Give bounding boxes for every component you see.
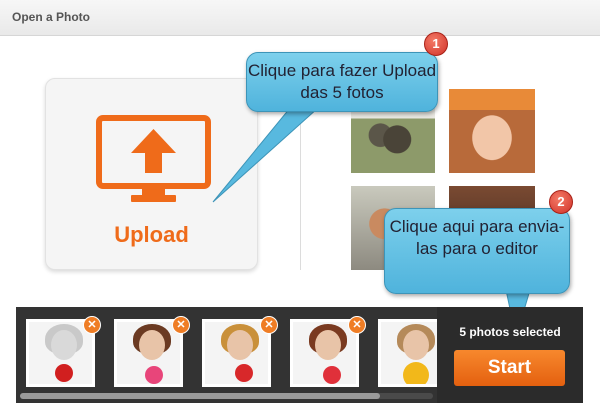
close-icon: ✕ <box>352 319 362 331</box>
sample-photo-thumbnail[interactable] <box>449 89 535 173</box>
callout-text: Clique aqui para envia-las para o editor <box>389 217 565 258</box>
start-button[interactable]: Start <box>454 350 565 386</box>
window-title: Open a Photo <box>12 10 90 24</box>
scrollbar-thumb[interactable] <box>20 393 380 399</box>
selected-photo[interactable] <box>378 319 437 387</box>
close-icon: ✕ <box>264 319 274 331</box>
callout-text: Clique para fazer Upload das 5 fotos <box>247 61 437 102</box>
callout-start-hint: Clique aqui para envia-las para o editor <box>384 208 570 294</box>
divider <box>300 85 301 270</box>
step-badge: 1 <box>424 32 448 56</box>
close-icon: ✕ <box>87 319 97 331</box>
monitor-upload-icon <box>96 115 211 202</box>
close-icon: ✕ <box>176 319 186 331</box>
remove-photo-button[interactable]: ✕ <box>172 316 190 334</box>
selected-photos-tray: ✕ ✕ ✕ ✕ <box>16 307 437 403</box>
callout-upload-hint: Clique para fazer Upload das 5 fotos <box>246 52 438 112</box>
upload-label: Upload <box>114 222 189 247</box>
remove-photo-button[interactable]: ✕ <box>260 316 278 334</box>
tray-scrollbar[interactable] <box>20 393 433 399</box>
upload-button[interactable]: Upload <box>45 78 258 270</box>
remove-photo-button[interactable]: ✕ <box>348 316 366 334</box>
remove-photo-button[interactable]: ✕ <box>83 316 101 334</box>
selection-panel: 5 photos selected Start <box>437 307 583 403</box>
step-badge: 2 <box>549 190 573 214</box>
title-bar: Open a Photo <box>0 0 600 36</box>
selected-count: 5 photos selected <box>459 325 561 339</box>
